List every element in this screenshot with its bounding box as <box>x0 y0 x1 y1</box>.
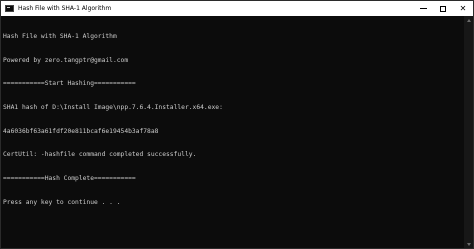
console-window: Hash File with SHA-1 Algorithm ✕ Hash Fi… <box>0 0 474 249</box>
console-line: Powered by zero.tangptr@gmail.com <box>3 56 129 64</box>
console-line: Hash File with SHA-1 Algorithm <box>3 32 117 40</box>
minimize-button[interactable] <box>413 1 433 16</box>
maximize-button[interactable] <box>433 1 453 16</box>
title-bar[interactable]: Hash File with SHA-1 Algorithm ✕ <box>1 1 473 16</box>
console-line: ===========Hash Complete=========== <box>3 175 136 183</box>
scroll-track[interactable] <box>464 24 473 240</box>
console-line: Press any key to continue . . . <box>3 198 121 206</box>
console-app-icon[interactable] <box>5 5 14 12</box>
console-line: ===========Start Hashing=========== <box>3 80 136 88</box>
chevron-up-icon <box>466 18 471 22</box>
scroll-up-button[interactable] <box>464 16 473 24</box>
scroll-down-button[interactable] <box>464 240 473 248</box>
window-controls: ✕ <box>413 1 473 16</box>
console-line: 4a6036bf63a61fdf20e811bcaf6e19454b3af78a… <box>3 127 159 135</box>
close-button[interactable]: ✕ <box>453 1 473 16</box>
window-title: Hash File with SHA-1 Algorithm <box>18 5 112 12</box>
vertical-scrollbar[interactable] <box>464 16 473 248</box>
minimize-icon <box>419 8 427 9</box>
console-line: CertUtil: -hashfile command completed su… <box>3 151 197 159</box>
console-line: SHA1 hash of D:\Install Image\npp.7.6.4.… <box>3 103 223 111</box>
maximize-icon <box>440 5 446 12</box>
close-icon: ✕ <box>459 4 467 13</box>
console-output[interactable]: Hash File with SHA-1 Algorithm Powered b… <box>3 17 463 248</box>
chevron-down-icon <box>466 242 471 246</box>
